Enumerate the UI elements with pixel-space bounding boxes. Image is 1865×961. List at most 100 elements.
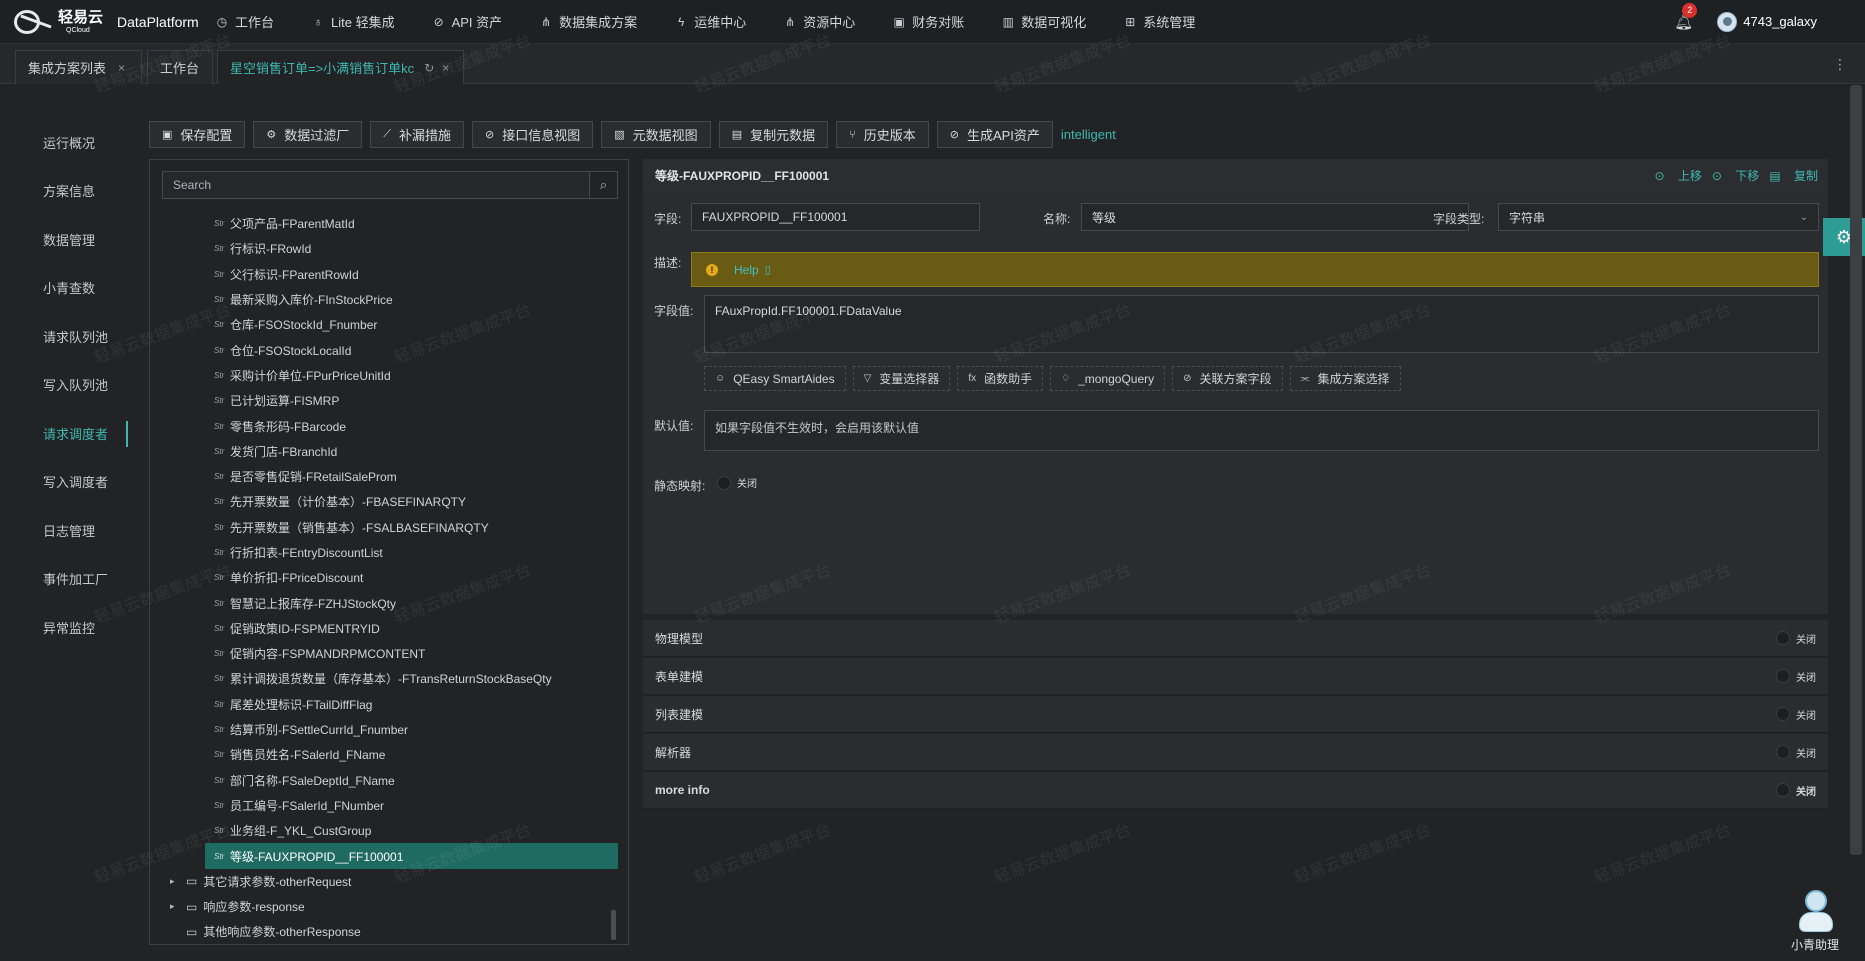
tree-leaf[interactable]: Str 父行标识-FParentRowId [150, 262, 620, 287]
section-toggle[interactable]: 关闭 [1776, 745, 1816, 760]
side-menu-item-5[interactable]: 写入队列池 [0, 361, 130, 410]
tree-leaf[interactable]: Str 父项产品-FParentMatId [150, 211, 620, 236]
side-menu-item-8[interactable]: 日志管理 [0, 506, 130, 555]
username[interactable]: 4743_galaxy [1743, 14, 1817, 29]
section-toggle[interactable]: 关闭 [1776, 707, 1816, 722]
side-menu-item-10[interactable]: 异常监控 [0, 603, 130, 652]
section-row[interactable]: more info 关闭 [643, 772, 1828, 809]
toolbar-button-1[interactable]: ⚙ 数据过滤厂 [253, 121, 363, 148]
tree-leaf[interactable]: Str 仓位-FSOStockLocalId [150, 337, 620, 362]
section-row[interactable]: 表单建模 关闭 [643, 658, 1828, 695]
tree-folder[interactable]: ▸ ▭ 响应参数-response [150, 894, 620, 919]
tree-leaf[interactable]: Str 销售员姓名-FSalerId_FName [150, 742, 620, 767]
tree-leaf[interactable]: Str 员工编号-FSalerId_FNumber [150, 793, 620, 818]
caret-right-icon[interactable]: ▸ [170, 901, 186, 912]
name-input[interactable]: 等级 [1081, 203, 1469, 231]
section-row[interactable]: 物理模型 关闭 [643, 620, 1828, 657]
logo[interactable]: 轻易云 QCloud DataPlatform [12, 7, 202, 37]
move-down-button[interactable]: ⊙ 下移 [1712, 167, 1759, 184]
tree-leaf[interactable]: Str 结算币别-FSettleCurrId_Fnumber [150, 717, 620, 742]
tree-leaf[interactable]: Str 采购计价单位-FPurPriceUnitId [150, 363, 620, 388]
aide-button-1[interactable]: ▽ 变量选择器 [852, 366, 951, 391]
side-menu-item-6[interactable]: 请求调度者 [0, 409, 130, 458]
tree-leaf[interactable]: Str 单价折扣-FPriceDiscount [150, 565, 620, 590]
nav-item-4[interactable]: ϟ 运维中心 [675, 12, 746, 31]
aide-button-3[interactable]: ♢ _mongoQuery [1050, 366, 1166, 391]
tree-leaf[interactable]: Str 零售条形码-FBarcode [150, 413, 620, 438]
avatar[interactable] [1717, 11, 1738, 32]
toolbar-button-4[interactable]: ▧ 元数据视图 [601, 121, 711, 148]
tree-leaf[interactable]: Str 业务组-F_YKL_CustGroup [150, 818, 620, 843]
toolbar-button-6[interactable]: ⑂ 历史版本 [836, 121, 929, 148]
tree-leaf[interactable]: Str 是否零售促销-FRetailSaleProm [150, 464, 620, 489]
aide-button-2[interactable]: fx 函数助手 [957, 366, 1044, 391]
tree-leaf[interactable]: Str 智慧记上报库存-FZHJStockQty [150, 590, 620, 615]
more-vertical-icon[interactable]: ⋮ [1833, 56, 1847, 73]
aide-button-0[interactable]: ☺ QEasy SmartAides [704, 366, 846, 391]
notification-bell[interactable]: 🔔︎ 2 [1674, 2, 1698, 31]
close-icon[interactable]: × [442, 61, 449, 75]
nav-item-7[interactable]: ▥ 数据可视化 [1002, 12, 1087, 31]
copy-button[interactable]: ▤ 复制 [1769, 167, 1818, 184]
toolbar-button-5[interactable]: ▤ 复制元数据 [718, 121, 829, 148]
tab-current-solution[interactable]: 星空销售订单=>小满销售订单kc ↻ × [217, 50, 464, 84]
side-menu-item-7[interactable]: 写入调度者 [0, 458, 130, 507]
field-input[interactable]: FAUXPROPID__FF100001 [691, 203, 980, 231]
tree-leaf[interactable]: Str 行折扣表-FEntryDiscountList [150, 540, 620, 565]
intelligent-link[interactable]: intelligent [1061, 127, 1116, 142]
tree-leaf-selected[interactable]: Str 等级-FAUXPROPID__FF100001 [205, 843, 618, 869]
search-icon[interactable]: ⌕ [589, 172, 617, 198]
side-menu-item-4[interactable]: 请求队列池 [0, 312, 130, 361]
search-input[interactable] [163, 172, 589, 198]
toolbar-button-3[interactable]: ⊘ 接口信息视图 [472, 121, 594, 148]
tree-leaf[interactable]: Str 累计调拨退货数量（库存基本）-FTransReturnStockBaseQ… [150, 666, 620, 691]
close-icon[interactable]: × [118, 61, 125, 75]
tab-solution-list[interactable]: 集成方案列表 × [15, 50, 142, 84]
side-menu-item-0[interactable]: 运行概况 [0, 118, 130, 167]
tree-leaf[interactable]: Str 促销政策ID-FSPMENTRYID [150, 616, 620, 641]
section-row[interactable]: 列表建模 关闭 [643, 696, 1828, 733]
tree-leaf[interactable]: Str 行标识-FRowId [150, 236, 620, 261]
tree-leaf[interactable]: Str 部门名称-FSaleDeptId_FName [150, 768, 620, 793]
tab-workbench[interactable]: 工作台 [147, 50, 213, 84]
default-textarea[interactable]: 如果字段值不生效时，会启用该默认值 [704, 410, 1819, 451]
section-toggle[interactable]: 关闭 [1776, 783, 1816, 798]
tree-leaf[interactable]: Str 最新采购入库价-FInStockPrice [150, 287, 620, 312]
section-toggle[interactable]: 关闭 [1776, 669, 1816, 684]
tree-folder[interactable]: ▭ 其他响应参数-otherResponse [150, 919, 620, 944]
aide-button-4[interactable]: ⊘ 关联方案字段 [1172, 366, 1283, 391]
section-toggle[interactable]: 关闭 [1776, 631, 1816, 646]
static-toggle[interactable]: 关闭 [717, 475, 757, 490]
side-menu-item-1[interactable]: 方案信息 [0, 167, 130, 216]
tree-leaf[interactable]: Str 仓库-FSOStockId_Fnumber [150, 312, 620, 337]
nav-item-2[interactable]: ⊘ API 资产 [433, 12, 503, 31]
assistant-widget[interactable]: 小青助理 [1780, 888, 1850, 953]
help-banner[interactable]: ! Help ▯ [691, 252, 1819, 287]
tree-leaf[interactable]: Str 已计划运算-FISMRP [150, 388, 620, 413]
tree-leaf[interactable]: Str 先开票数量（销售基本）-FSALBASEFINARQTY [150, 515, 620, 540]
tree-leaf[interactable]: Str 先开票数量（计价基本）-FBASEFINARQTY [150, 489, 620, 514]
tree-scrollbar[interactable] [611, 910, 616, 940]
help-link[interactable]: Help [734, 263, 759, 277]
nav-item-3[interactable]: ⋔ 数据集成方案 [540, 12, 637, 31]
tree-leaf[interactable]: Str 尾差处理标识-FTailDiffFlag [150, 692, 620, 717]
tree-folder[interactable]: ▸ ▭ 其它请求参数-otherRequest [150, 869, 620, 894]
refresh-icon[interactable]: ↻ [424, 61, 434, 75]
nav-item-0[interactable]: ◷ 工作台 [216, 12, 274, 31]
nav-item-5[interactable]: ⋔ 资源中心 [784, 12, 855, 31]
section-row[interactable]: 解析器 关闭 [643, 734, 1828, 771]
tree-leaf[interactable]: Str 发货门店-FBranchId [150, 439, 620, 464]
type-select[interactable]: 字符串 ⌄ [1498, 203, 1819, 231]
tree-leaf[interactable]: Str 促销内容-FSPMANDRPMCONTENT [150, 641, 620, 666]
move-up-button[interactable]: ⊙ 上移 [1655, 167, 1702, 184]
side-menu-item-2[interactable]: 数据管理 [0, 215, 130, 264]
side-menu-item-3[interactable]: 小青查数 [0, 264, 130, 313]
toolbar-button-2[interactable]: ⟋ 补漏措施 [370, 121, 465, 148]
nav-item-8[interactable]: ⊞ 系统管理 [1124, 12, 1195, 31]
nav-item-1[interactable]: ♁ Lite 轻集成 [312, 12, 395, 31]
caret-right-icon[interactable]: ▸ [170, 876, 186, 887]
nav-item-6[interactable]: ▣ 财务对账 [893, 12, 965, 31]
value-textarea[interactable]: FAuxPropId.FF100001.FDataValue [704, 295, 1819, 353]
toolbar-button-0[interactable]: ▣ 保存配置 [149, 121, 246, 148]
side-menu-item-9[interactable]: 事件加工厂 [0, 555, 130, 604]
